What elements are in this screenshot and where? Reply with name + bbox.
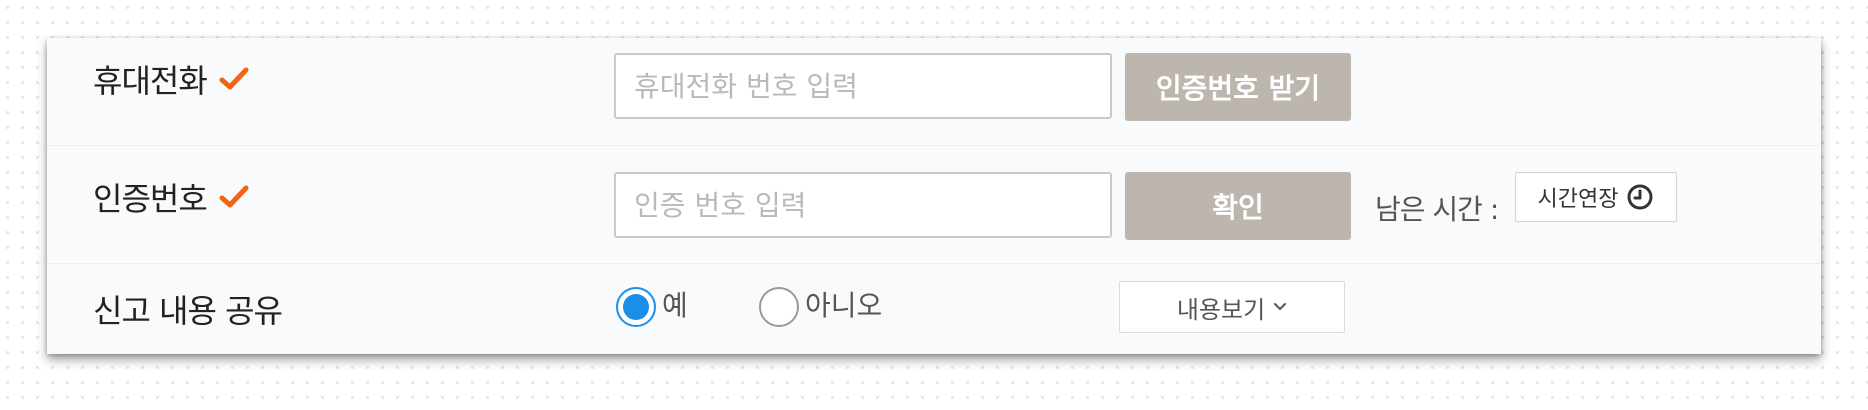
check-icon [219,185,249,208]
confirm-button[interactable]: 확인 [1125,172,1351,240]
view-content-label: 내용보기 [1176,295,1266,324]
share-label: 신고 내용 공유 [93,286,283,332]
check-icon [219,67,249,90]
phone-label-text: 휴대전화 [93,62,208,100]
radio-no[interactable]: 아니오 [759,287,882,327]
code-label-text: 인증번호 [93,180,208,218]
radio-yes-circle[interactable] [616,287,656,327]
code-label: 인증번호 [93,174,249,220]
verification-form: 휴대전화 인증번호 받기 인증번호 확인 남은 시간 : 시간연장 [47,38,1821,354]
remaining-time-label: 남은 시간 : [1375,193,1499,226]
clock-icon [1627,184,1653,210]
code-input[interactable] [614,172,1112,238]
radio-selected-dot [623,294,649,320]
phone-row: 휴대전화 인증번호 받기 [47,38,1821,146]
share-row: 신고 내용 공유 예 아니오 내용보기 [47,264,1821,354]
share-label-text: 신고 내용 공유 [93,292,283,330]
phone-label: 휴대전화 [93,56,249,102]
chevron-down-icon [1274,303,1287,310]
phone-input[interactable] [614,53,1112,119]
radio-yes[interactable]: 예 [616,287,688,327]
radio-no-circle[interactable] [759,287,799,327]
extend-time-label: 시간연장 [1537,187,1619,212]
radio-no-label: 아니오 [805,289,883,322]
extend-time-button[interactable]: 시간연장 [1515,172,1677,222]
view-content-button[interactable]: 내용보기 [1119,281,1345,333]
radio-yes-label: 예 [662,289,688,322]
code-row: 인증번호 확인 남은 시간 : 시간연장 [47,146,1821,264]
request-code-button[interactable]: 인증번호 받기 [1125,53,1351,121]
